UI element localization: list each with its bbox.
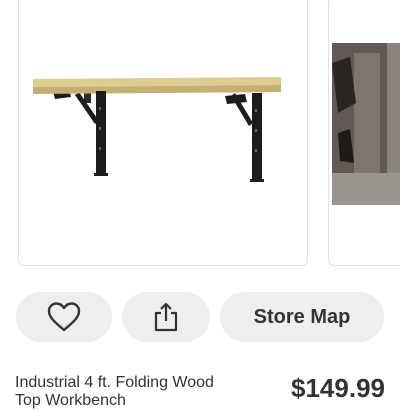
store-map-label: Store Map <box>253 305 351 328</box>
gallery-card-main[interactable] <box>18 0 308 266</box>
share-icon <box>154 302 178 332</box>
favorite-button[interactable] <box>16 292 112 342</box>
image-gallery[interactable] <box>0 0 400 270</box>
gallery-card-next[interactable] <box>328 0 400 266</box>
product-title[interactable]: Industrial 4 ft. Folding Wood Top Workbe… <box>15 374 235 410</box>
workbench-lifestyle-image <box>332 43 400 205</box>
heart-icon <box>47 302 81 332</box>
workbench-product-image <box>33 77 281 182</box>
store-map-button[interactable]: Store Map <box>220 292 384 342</box>
action-row: Store Map <box>0 292 400 344</box>
product-price: $149.99 <box>291 373 385 403</box>
share-button[interactable] <box>122 292 210 342</box>
